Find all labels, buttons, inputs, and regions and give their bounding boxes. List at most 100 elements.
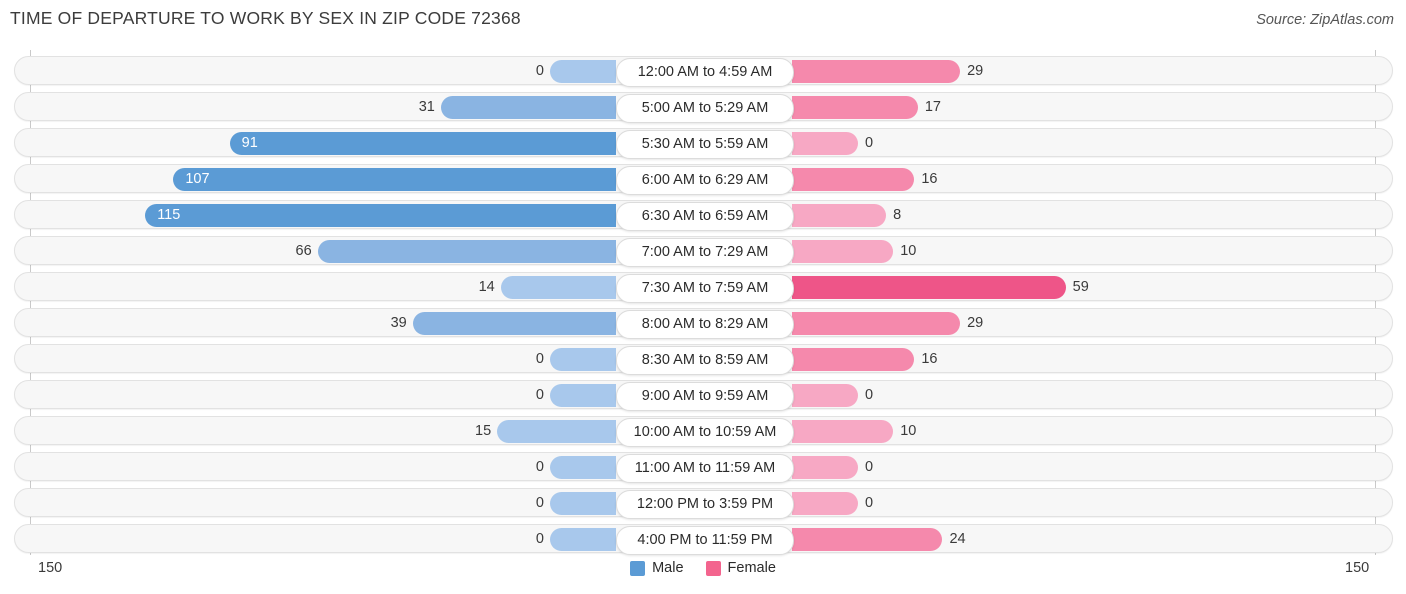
legend-swatch-female xyxy=(705,560,721,576)
category-label: 10:00 AM to 10:59 AM xyxy=(616,418,794,447)
source-attribution: Source: ZipAtlas.com xyxy=(1256,12,1394,28)
bar-value-male: 0 xyxy=(535,531,544,547)
chart-row[interactable]: 91 0 5:30 AM to 5:59 AM xyxy=(14,128,1394,159)
chart-row[interactable]: 66 10 7:00 AM to 7:29 AM xyxy=(14,236,1394,267)
bar-value-male: 31 xyxy=(418,99,435,115)
bar-value-male: 91 xyxy=(241,135,258,151)
bar-value-female: 0 xyxy=(865,387,874,403)
bar-male[interactable] xyxy=(145,204,616,227)
bar-group: 0 24 4:00 PM to 11:59 PM xyxy=(15,525,1394,555)
bar-value-male: 115 xyxy=(157,207,181,223)
bar-value-female: 29 xyxy=(967,315,984,331)
bar-value-female: 10 xyxy=(900,243,917,259)
category-label: 5:30 AM to 5:59 AM xyxy=(616,130,794,159)
bar-group: 107 16 6:00 AM to 6:29 AM xyxy=(15,165,1394,195)
bar-value-female: 16 xyxy=(921,171,938,187)
bar-male[interactable] xyxy=(173,168,616,191)
bar-value-male: 66 xyxy=(295,243,312,259)
bidirectional-bar-chart: 0 29 12:00 AM to 4:59 AM 31 17 5:00 AM to 5:2… xyxy=(0,50,1406,555)
bar-female[interactable] xyxy=(792,492,858,515)
page-title: TIME OF DEPARTURE TO WORK BY SEX IN ZIP … xyxy=(10,8,521,28)
bar-male[interactable] xyxy=(497,420,616,443)
chart-legend: Male Female xyxy=(0,560,1406,576)
bar-male[interactable] xyxy=(550,60,616,83)
bar-female[interactable] xyxy=(792,312,961,335)
bar-female[interactable] xyxy=(792,420,894,443)
bar-female[interactable] xyxy=(792,456,858,479)
bar-female[interactable] xyxy=(792,384,858,407)
category-label: 8:30 AM to 8:59 AM xyxy=(616,346,794,375)
bar-male[interactable] xyxy=(412,312,616,335)
bar-group: 15 10 10:00 AM to 10:59 AM xyxy=(15,417,1394,447)
bar-female[interactable] xyxy=(792,528,943,551)
bar-group: 0 16 8:30 AM to 8:59 AM xyxy=(15,345,1394,375)
category-label: 6:00 AM to 6:29 AM xyxy=(616,166,794,195)
bar-female[interactable] xyxy=(792,240,894,263)
chart-row[interactable]: 115 8 6:30 AM to 6:59 AM xyxy=(14,200,1394,231)
chart-row[interactable]: 107 16 6:00 AM to 6:29 AM xyxy=(14,164,1394,195)
bar-male[interactable] xyxy=(550,528,616,551)
bar-female[interactable] xyxy=(792,96,918,119)
chart-row[interactable]: 0 0 12:00 PM to 3:59 PM xyxy=(14,488,1393,519)
bar-value-female: 0 xyxy=(865,495,874,511)
bar-female[interactable] xyxy=(792,348,915,371)
bar-male[interactable] xyxy=(550,492,616,515)
bar-male[interactable] xyxy=(317,240,616,263)
bar-male[interactable] xyxy=(500,276,616,299)
bar-value-male: 14 xyxy=(478,279,495,295)
bar-male[interactable] xyxy=(550,348,616,371)
legend-label-female: Female xyxy=(727,560,776,576)
bar-male[interactable] xyxy=(229,132,616,155)
bar-group: 0 0 9:00 AM to 9:59 AM xyxy=(15,381,1394,411)
category-label: 8:00 AM to 8:29 AM xyxy=(616,310,794,339)
bar-female[interactable] xyxy=(792,168,915,191)
bar-group: 0 29 12:00 AM to 4:59 AM xyxy=(15,57,1394,87)
bar-female[interactable] xyxy=(792,204,887,227)
legend-item-male[interactable]: Male xyxy=(630,560,684,576)
bar-value-male: 0 xyxy=(535,351,544,367)
bar-value-male: 0 xyxy=(535,63,544,79)
bar-value-female: 0 xyxy=(865,135,874,151)
legend-item-female[interactable]: Female xyxy=(705,560,776,576)
category-label: 12:00 AM to 4:59 AM xyxy=(616,58,794,87)
category-label: 6:30 AM to 6:59 AM xyxy=(616,202,794,231)
bar-male[interactable] xyxy=(440,96,616,119)
bar-group: 14 59 7:30 AM to 7:59 AM xyxy=(15,273,1394,303)
bar-female[interactable] xyxy=(792,60,961,83)
category-label: 9:00 AM to 9:59 AM xyxy=(616,382,794,411)
chart-row[interactable]: 14 59 7:30 AM to 7:59 AM xyxy=(14,272,1394,303)
bar-value-female: 29 xyxy=(967,63,984,79)
category-label: 4:00 PM to 11:59 PM xyxy=(616,526,794,555)
chart-row[interactable]: 0 0 11:00 AM to 11:59 AM xyxy=(14,452,1394,483)
bar-value-female: 17 xyxy=(924,99,941,115)
bar-value-male: 0 xyxy=(535,495,544,511)
category-label: 11:00 AM to 11:59 AM xyxy=(616,454,794,483)
chart-row[interactable]: 0 0 9:00 AM to 9:59 AM xyxy=(14,380,1394,411)
chart-row[interactable]: 0 24 4:00 PM to 11:59 PM xyxy=(14,524,1394,555)
chart-row[interactable]: 39 29 8:00 AM to 8:29 AM xyxy=(14,308,1393,339)
bar-value-male: 107 xyxy=(185,171,210,187)
legend-swatch-male xyxy=(630,560,646,576)
bar-value-female: 8 xyxy=(893,207,902,223)
bar-value-female: 16 xyxy=(921,351,938,367)
category-label: 7:30 AM to 7:59 AM xyxy=(616,274,794,303)
bar-value-female: 59 xyxy=(1072,279,1089,295)
bar-male[interactable] xyxy=(550,384,616,407)
bar-group: 91 0 5:30 AM to 5:59 AM xyxy=(15,129,1394,159)
chart-row[interactable]: 0 16 8:30 AM to 8:59 AM xyxy=(14,344,1394,375)
chart-row[interactable]: 0 29 12:00 AM to 4:59 AM xyxy=(14,56,1394,87)
bar-value-female: 0 xyxy=(865,459,874,475)
category-label: 5:00 AM to 5:29 AM xyxy=(616,94,794,123)
bar-value-male: 39 xyxy=(390,315,407,331)
chart-row[interactable]: 31 17 5:00 AM to 5:29 AM xyxy=(14,92,1394,123)
bar-group: 66 10 7:00 AM to 7:29 AM xyxy=(15,237,1394,267)
bar-female[interactable] xyxy=(792,132,858,155)
bar-value-male: 15 xyxy=(475,423,492,439)
bar-group: 31 17 5:00 AM to 5:29 AM xyxy=(15,93,1394,123)
legend-label-male: Male xyxy=(652,560,684,576)
bar-male[interactable] xyxy=(550,456,616,479)
bar-group: 115 8 6:30 AM to 6:59 AM xyxy=(15,201,1394,231)
chart-row[interactable]: 15 10 10:00 AM to 10:59 AM xyxy=(14,416,1394,447)
bar-group: 0 0 11:00 AM to 11:59 AM xyxy=(15,453,1394,483)
bar-female[interactable] xyxy=(792,276,1066,299)
